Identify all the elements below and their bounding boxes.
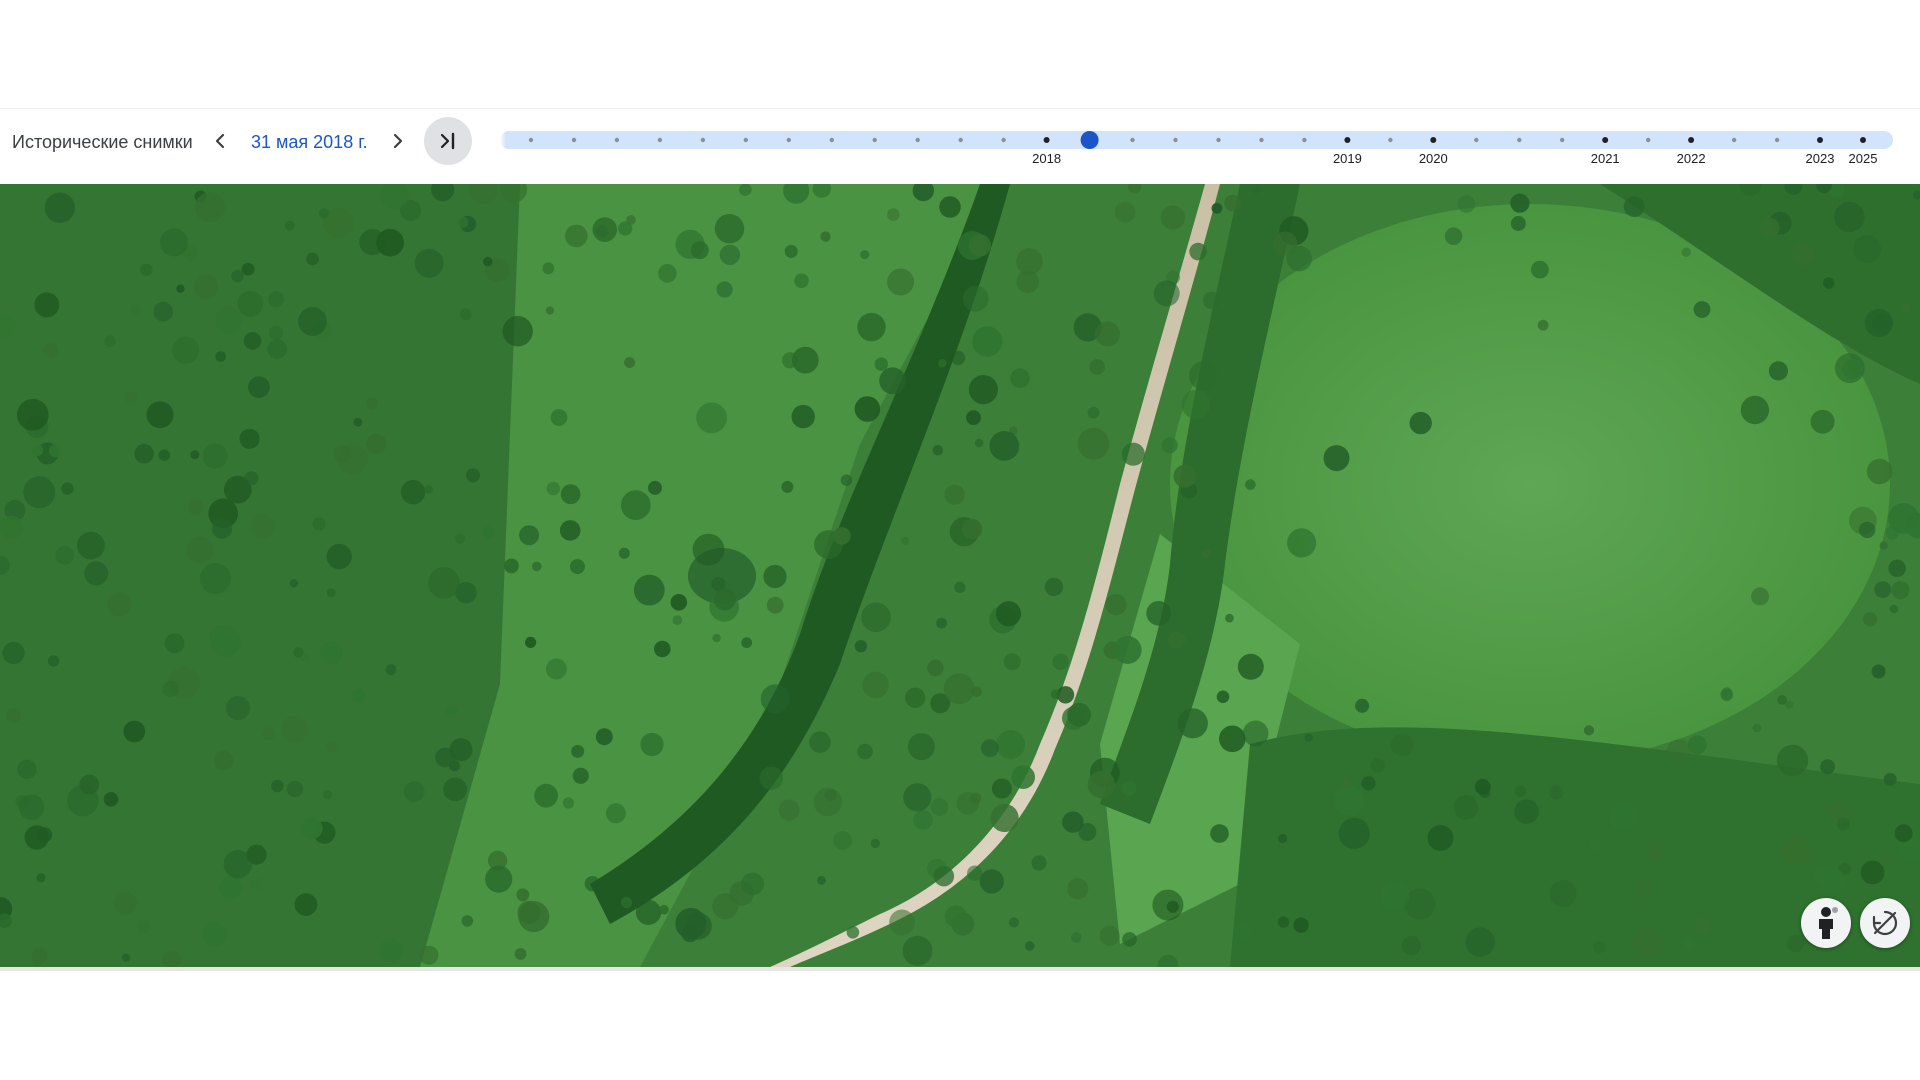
timeline-track[interactable]: 2018 2019 2020 2021 2022 2023 2025 [500,109,1895,184]
timeline-year-label: 2022 [1677,151,1706,166]
historical-imagery-app: Исторические снимки 31 мая 2018 г. 2018 … [0,0,1920,1080]
timeline-point[interactable] [700,137,706,143]
imagery-timeline[interactable]: 2018 2019 2020 2021 2022 2023 2025 [500,109,1895,184]
timeline-year-label: 2019 [1333,151,1362,166]
timeline-point[interactable] [1173,137,1178,143]
satellite-imagery[interactable] [0,184,1920,967]
timeline-point[interactable] [829,137,834,143]
timeline-year-label: 2018 [1032,151,1061,166]
chevron-right-icon [393,133,403,149]
timeline-point[interactable] [915,137,920,143]
timeline-point[interactable] [872,137,877,143]
rotate-disabled-icon [1872,910,1898,936]
current-date-label[interactable]: 31 мая 2018 г. [251,132,368,153]
timeline-point[interactable] [1560,137,1565,143]
timeline-point[interactable] [786,137,791,143]
previous-date-button[interactable] [204,125,236,157]
timeline-point[interactable] [1646,137,1651,143]
skip-to-latest-icon [440,132,455,150]
historical-imagery-title: Исторические снимки [12,132,193,152]
rotate-map-button[interactable] [1860,898,1910,948]
timeline-point[interactable] [958,137,963,143]
timeline-point[interactable] [1130,137,1135,143]
timeline-point[interactable] [657,137,663,143]
timeline-point[interactable] [571,137,577,143]
timeline-point[interactable] [1302,137,1307,143]
timeline-point[interactable] [1259,137,1264,143]
satellite-map[interactable] [0,184,1920,967]
timeline-year-point[interactable] [1430,137,1437,143]
timeline-year-label: 2020 [1419,151,1448,166]
timeline-year-label: 2025 [1849,151,1878,166]
pegman-icon [1819,907,1838,939]
timeline-point[interactable] [1216,137,1221,143]
map-bottom-border [0,967,1920,971]
timeline-point[interactable] [1731,137,1737,143]
timeline-point[interactable] [1001,137,1006,143]
timeline-selected-point[interactable] [1080,131,1099,149]
timeline-bar [500,131,1893,149]
timeline-year-point[interactable] [1043,137,1050,143]
skip-to-latest-button[interactable] [424,117,472,165]
street-view-pegman-button[interactable] [1801,898,1851,948]
timeline-year-point[interactable] [1860,137,1866,143]
timeline-point[interactable] [1774,137,1780,143]
timeline-year-point[interactable] [1602,137,1609,143]
timeline-point[interactable] [743,137,748,143]
chevron-left-icon [215,133,225,149]
timeline-year-label: 2023 [1806,151,1835,166]
next-date-button[interactable] [382,125,414,157]
timeline-point[interactable] [1474,137,1479,143]
timeline-point[interactable] [528,137,534,143]
timeline-point[interactable] [1517,137,1522,143]
timeline-point[interactable] [614,137,620,143]
timeline-year-point[interactable] [1688,137,1695,143]
historical-imagery-toolbar: Исторические снимки 31 мая 2018 г. 2018 … [0,108,1920,184]
timeline-year-point[interactable] [1344,137,1351,143]
timeline-point[interactable] [1388,137,1393,143]
timeline-year-point[interactable] [1817,137,1823,143]
timeline-year-label: 2021 [1591,151,1620,166]
